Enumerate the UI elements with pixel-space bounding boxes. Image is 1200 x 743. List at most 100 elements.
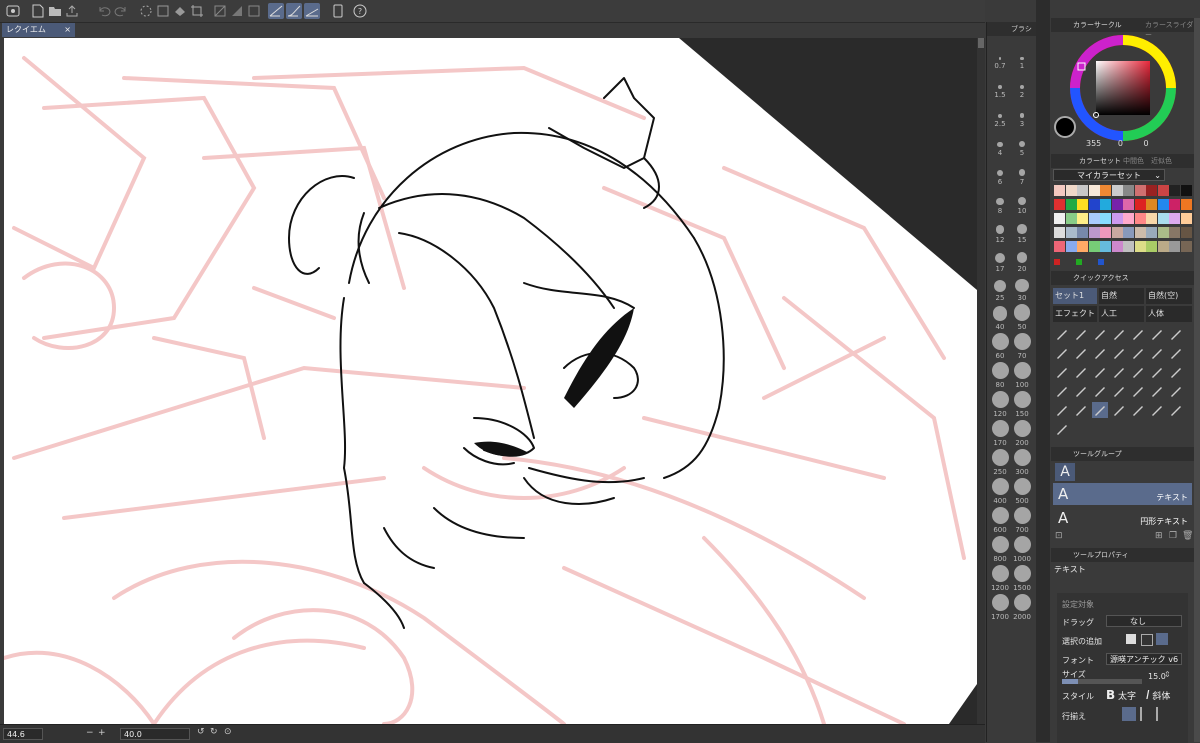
brush-size-dot[interactable] [991,362,1009,379]
brush-size-dot[interactable] [1013,333,1031,350]
open-folder-icon[interactable] [47,3,63,19]
add-tool-icon[interactable]: ⊞ [1155,531,1163,541]
select-color-icon[interactable] [1130,345,1146,361]
size-stepper-icon[interactable]: ⇕ [1164,670,1171,679]
color-swatch[interactable] [1146,227,1157,238]
delete-icon[interactable]: 🗑 [1182,531,1193,541]
align-left-button[interactable] [1122,707,1136,721]
crop-alt-icon[interactable] [1149,383,1165,399]
brush-size-dot[interactable] [997,113,1003,118]
zoom-field[interactable]: 44.6 [3,728,43,740]
settings-icon[interactable]: ⊡ [1055,531,1063,541]
snap-ruler-icon[interactable] [268,3,284,19]
color-swatch[interactable] [1088,213,1100,224]
duplicate-icon[interactable]: ❐ [1169,531,1177,541]
pencil-icon[interactable] [1073,326,1089,342]
color-swatch[interactable] [1077,241,1088,252]
blend-icon[interactable] [1149,345,1165,361]
brush-size-dot[interactable] [1020,56,1024,60]
grid-alt-icon[interactable] [1073,402,1089,418]
transform-icon[interactable] [212,3,228,19]
color-swatch[interactable] [1134,213,1146,224]
color-swatch[interactable] [1054,213,1065,224]
color-swatch[interactable] [1123,227,1134,238]
clear-icon[interactable] [155,3,171,19]
pen-icon[interactable] [1054,326,1070,342]
curve-icon[interactable] [1054,345,1070,361]
brush-size-dot[interactable] [991,478,1009,495]
close-icon[interactable]: × [64,23,71,37]
brush-size-dot[interactable] [998,57,1002,60]
brush-size-dot[interactable] [991,333,1009,350]
grid-icon[interactable] [1168,345,1184,361]
frame-icon[interactable] [246,3,262,19]
new-file-icon[interactable] [30,3,46,19]
drag-dropdown[interactable]: なし [1106,615,1182,627]
brush-size-dot[interactable] [1013,420,1031,437]
brush-size-dot[interactable] [1013,565,1031,582]
brush-size-dot[interactable] [991,507,1009,524]
mask-icon[interactable] [1130,402,1146,418]
quick-set-5[interactable]: 人工 [1099,306,1144,322]
ruler-icon[interactable] [1054,402,1070,418]
brush-size-dot[interactable] [998,85,1002,89]
brush-size-dot[interactable] [991,449,1009,466]
fill-icon[interactable] [172,3,188,19]
recent-color-swatch[interactable] [1054,259,1060,265]
color-set-dropdown[interactable]: マイカラーセット ⌄ [1053,169,1165,181]
color-swatch[interactable] [1100,185,1111,196]
color-swatch[interactable] [1100,227,1111,238]
add-selection-toggle[interactable] [1126,634,1136,644]
color-swatch[interactable] [1169,199,1180,210]
canvas-vertical-scrollbar[interactable] [977,38,985,724]
crop-icon[interactable] [189,3,205,19]
brush-size-dot[interactable] [994,280,1006,292]
eraser-soft-icon[interactable] [1092,345,1108,361]
bold-toggle[interactable]: B 太字 [1106,688,1136,702]
brush-size-dot[interactable] [1013,304,1031,321]
color-swatch[interactable] [1100,213,1111,224]
lasso-icon[interactable] [1149,364,1165,380]
color-swatch[interactable] [1054,241,1065,252]
brush-size-dot[interactable] [1019,84,1025,89]
color-swatch[interactable] [1100,199,1111,210]
main-color-indicator[interactable] [1054,116,1076,138]
marquee-icon[interactable] [1130,383,1146,399]
color-swatch[interactable] [1065,227,1077,238]
redo-icon[interactable] [113,3,129,19]
align-right-button[interactable] [1156,707,1170,721]
quick-set-2[interactable]: 自然 [1099,288,1144,304]
device-icon[interactable] [330,3,346,19]
text-alt-icon[interactable] [1111,402,1127,418]
eraser-small-icon[interactable] [1111,383,1127,399]
fill-bucket-icon[interactable] [1111,345,1127,361]
layer-icon[interactable] [1092,383,1108,399]
marker-icon[interactable] [1130,326,1146,342]
reset-rotation-icon[interactable]: ⊙ [224,727,232,737]
color-swatch[interactable] [1134,199,1146,210]
color-swatch[interactable] [1180,227,1192,238]
gradient-icon[interactable] [229,3,245,19]
quick-set-4[interactable]: エフェクト [1053,306,1097,322]
color-swatch[interactable] [1088,241,1100,252]
color-swatch[interactable] [1180,185,1192,196]
move-icon[interactable] [1054,383,1070,399]
color-swatch[interactable] [1169,213,1180,224]
font-dropdown[interactable]: 源暎アンチック v6 Regular [1106,653,1182,665]
color-swatch[interactable] [1180,241,1192,252]
tab-color-set[interactable]: カラーセット [1079,156,1121,166]
quick-set-1[interactable]: セット1 [1053,288,1097,304]
color-swatch[interactable] [1169,185,1180,196]
brush-size-dot[interactable] [1013,478,1031,495]
color-swatch[interactable] [1054,227,1065,238]
brush-size-dot[interactable] [1013,536,1031,553]
color-swatch[interactable] [1146,199,1157,210]
color-swatch[interactable] [1157,199,1169,210]
zoom-out-icon[interactable]: − [86,728,94,738]
color-swatch[interactable] [1169,227,1180,238]
brush-size-dot[interactable] [1019,141,1025,147]
color-swatch[interactable] [1054,185,1065,196]
snap-grid-icon[interactable] [304,3,320,19]
color-swatch[interactable] [1111,241,1123,252]
add-selection-mode-icon[interactable] [1141,634,1153,646]
